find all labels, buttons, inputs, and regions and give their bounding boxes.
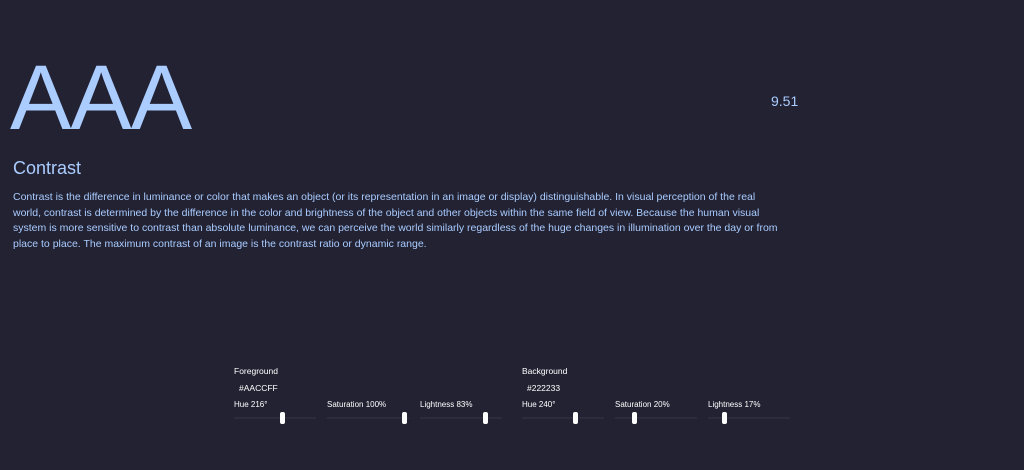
foreground-panel: Foreground Hue 216° Saturation 100% Ligh… <box>234 366 514 426</box>
foreground-lightness-label: Lightness 83% <box>420 400 473 409</box>
slider-thumb[interactable] <box>631 412 637 424</box>
foreground-hue-label: Hue 216° <box>234 400 268 409</box>
slider-track[interactable] <box>234 412 316 424</box>
background-panel: Background Hue 240° Saturation 20% Light… <box>522 366 802 426</box>
foreground-lightness-slider[interactable]: Lightness 83% <box>420 400 502 428</box>
background-hue-label: Hue 240° <box>522 400 556 409</box>
background-lightness-label: Lightness 17% <box>708 400 761 409</box>
foreground-hue-slider[interactable]: Hue 216° <box>234 400 316 428</box>
foreground-saturation-label: Saturation 100% <box>327 400 387 409</box>
slider-thumb[interactable] <box>572 412 578 424</box>
slider-thumb[interactable] <box>482 412 488 424</box>
foreground-saturation-slider[interactable]: Saturation 100% <box>327 400 409 428</box>
background-label: Background <box>522 366 568 376</box>
foreground-hex-input[interactable] <box>234 381 329 395</box>
page-title: Contrast <box>13 158 82 178</box>
slider-thumb[interactable] <box>402 412 407 424</box>
contrast-page: AAA 9.51 Contrast Contrast is the differ… <box>0 0 1024 470</box>
slider-track[interactable] <box>708 412 790 424</box>
slider-track[interactable] <box>420 412 502 424</box>
background-lightness-slider[interactable]: Lightness 17% <box>708 400 790 428</box>
background-saturation-label: Saturation 20% <box>615 400 670 409</box>
sample-text: AAA <box>10 47 192 149</box>
foreground-label: Foreground <box>234 366 278 376</box>
slider-track[interactable] <box>327 412 409 424</box>
slider-track[interactable] <box>522 412 604 424</box>
background-hue-slider[interactable]: Hue 240° <box>522 400 604 428</box>
background-hex-input[interactable] <box>522 381 617 395</box>
background-saturation-slider[interactable]: Saturation 20% <box>615 400 697 428</box>
slider-thumb[interactable] <box>722 412 728 424</box>
description: Contrast is the difference in luminance … <box>13 191 778 250</box>
slider-track[interactable] <box>615 412 697 424</box>
slider-thumb[interactable] <box>279 412 285 424</box>
contrast-ratio: 9.51 <box>771 93 799 109</box>
